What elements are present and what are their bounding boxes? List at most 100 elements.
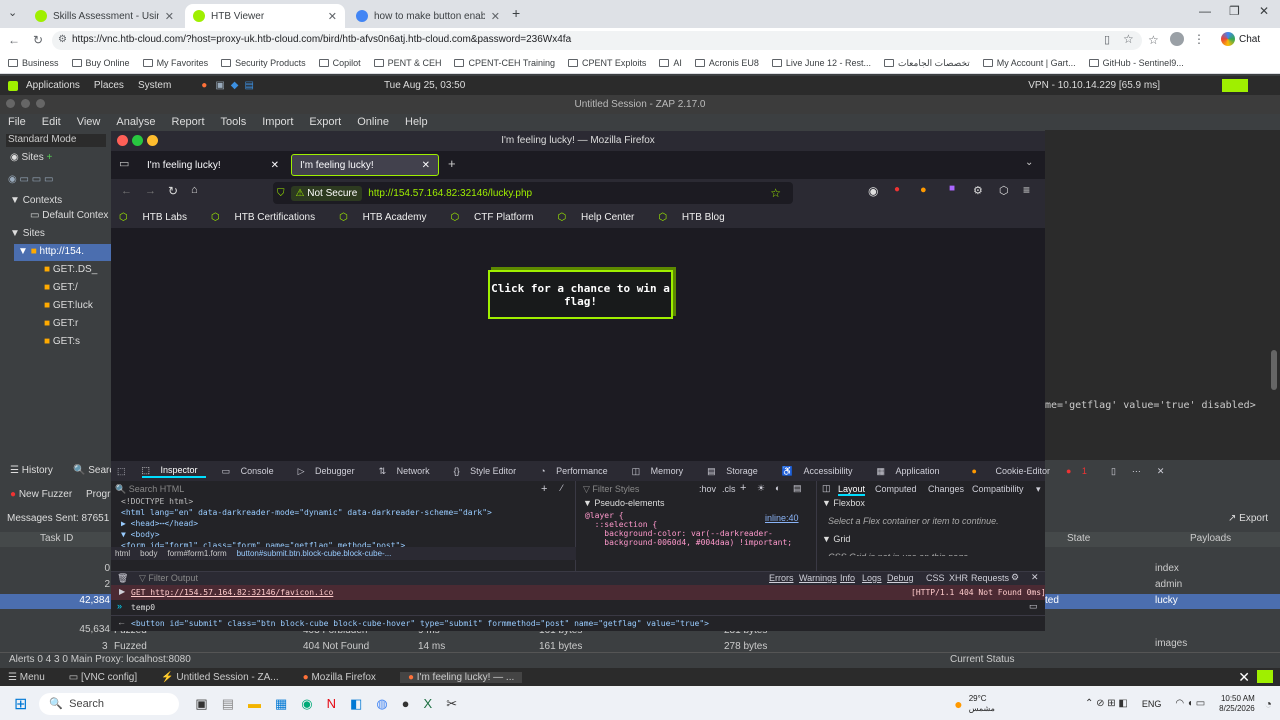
close-icon[interactable]: ✕ — [491, 10, 500, 23]
firefox-url-text[interactable]: http://154.57.164.82:32146/lucky.php — [368, 188, 532, 199]
filter-logs[interactable]: Logs — [862, 573, 882, 583]
zap-menu-import[interactable]: Import — [262, 116, 293, 128]
filter-styles-input[interactable]: ▽ Filter Styles — [583, 484, 639, 495]
outlook-icon[interactable]: ◧ — [350, 696, 362, 712]
close-icon[interactable]: ✕ — [1031, 572, 1039, 583]
chevron-down-icon[interactable]: ▾ — [1036, 484, 1041, 495]
tab-memory[interactable]: ◫ Memory — [632, 466, 692, 477]
network-icon[interactable]: ◠ ◖ ▭ — [1175, 698, 1205, 709]
url-text[interactable]: https://vnc.htb-cloud.com/?host=proxy-uk… — [72, 34, 571, 45]
tab-style-editor[interactable]: {} Style Editor — [454, 466, 525, 476]
close-icon[interactable]: ✕ — [328, 10, 337, 23]
tree-node[interactable]: ■ GET:luck — [44, 300, 93, 311]
tab-search-icon[interactable]: ⌄ — [8, 6, 17, 19]
zap-menu-view[interactable]: View — [77, 116, 101, 128]
css-rule[interactable]: @layer { ::selection { background-color:… — [585, 511, 792, 547]
new-fuzzer-button[interactable]: ● New Fuzzer — [10, 489, 72, 500]
class-toggle[interactable]: .cls — [722, 484, 736, 494]
filter-requests[interactable]: Requests — [971, 573, 1009, 583]
copilot-icon[interactable] — [1221, 32, 1235, 46]
chat-label[interactable]: Chat — [1239, 34, 1260, 45]
netflix-icon[interactable]: N — [327, 696, 336, 711]
tab-computed[interactable]: Computed — [875, 484, 917, 494]
taskbar-firefox[interactable]: ● Mozilla Firefox — [303, 672, 376, 683]
pseudo-elements-toggle[interactable]: ▼ Pseudo-elements — [583, 498, 664, 508]
extension-badge-icon[interactable]: ■ — [949, 183, 955, 194]
chrome-tab-1[interactable]: Skills Assessment - Using Web Pro ✕ — [27, 4, 182, 28]
console-error-row[interactable]: ▶ GET http://154.57.164.82:32146/favicon… — [111, 585, 1046, 600]
bookmark-star-icon[interactable]: ☆ — [770, 186, 781, 200]
not-secure-badge[interactable]: ⚠ Not Secure — [290, 185, 363, 201]
tree-sites[interactable]: ▼ Sites — [10, 228, 45, 239]
html-line[interactable]: ▶ <head>⋯</head> — [121, 519, 198, 528]
editor-mode-icon[interactable]: ▭ — [1029, 601, 1038, 612]
bookmark-htb-certifications[interactable]: ⬡ HTB Certifications — [211, 212, 327, 223]
clock[interactable]: 10:50 AM 8/25/2026 — [1219, 694, 1255, 714]
forward-icon[interactable]: → — [145, 185, 156, 197]
zap-menu-file[interactable]: File — [8, 116, 26, 128]
maximize-icon[interactable]: ❐ — [1229, 4, 1240, 18]
trash-icon[interactable]: 🗑 — [117, 573, 128, 584]
tab-performance[interactable]: ◔ Performance — [540, 466, 615, 476]
zap-menu-analyse[interactable]: Analyse — [116, 116, 155, 128]
tree-default-context[interactable]: ▭ Default Contex — [30, 210, 108, 221]
history-tab[interactable]: ☰ History — [10, 465, 53, 476]
request-url[interactable]: GET http://154.57.164.82:32146/favicon.i… — [131, 588, 333, 597]
task-view-icon[interactable]: ▣ — [195, 696, 207, 712]
bookmark-cpent-ceh-training[interactable]: CPENT-CEH Training — [454, 58, 555, 68]
filter-output-input[interactable]: ▽ Filter Output — [139, 573, 198, 584]
search-html-input[interactable]: 🔍 Search HTML — [115, 484, 555, 496]
bookmark-htb-academy[interactable]: ⬡ HTB Academy — [339, 212, 438, 223]
firefox-tab-1[interactable]: I'm feeling lucky! ✕ — [139, 154, 287, 176]
bookmark-security-products[interactable]: Security Products — [221, 58, 306, 68]
bookmark-business[interactable]: Business — [8, 58, 59, 68]
page-icon[interactable]: ▯ — [1104, 33, 1110, 46]
zap-menu-tools[interactable]: Tools — [221, 116, 247, 128]
edge-icon[interactable]: ◉ — [301, 696, 312, 712]
bookmark-help-center[interactable]: ⬡ Help Center — [557, 212, 646, 223]
breadcrumb-item[interactable]: form#form1.form — [167, 549, 226, 558]
sidebar-toggle-icon[interactable]: ◫ — [822, 483, 831, 494]
export-button[interactable]: ↗ Export — [1228, 513, 1268, 524]
maximize-icon[interactable] — [132, 135, 143, 146]
filter-xhr[interactable]: XHR — [949, 573, 968, 583]
firefox-tab-2[interactable]: I'm feeling lucky! ✕ — [291, 154, 439, 176]
bookmark-star-icon[interactable]: ☆ — [1123, 32, 1134, 46]
close-window-icon[interactable]: ✕ — [1259, 4, 1269, 18]
tray-icons[interactable]: ⌃ ⊘ ⊞ ◧ — [1085, 698, 1128, 709]
extensions-icon[interactable]: ⬡ — [999, 184, 1009, 197]
bookmark-copilot[interactable]: Copilot — [318, 58, 361, 68]
chevron-down-icon[interactable]: ⌄ — [1025, 157, 1033, 168]
search-input[interactable]: 🔍 Search — [39, 692, 180, 715]
tab-application[interactable]: ▦ Application — [876, 466, 947, 477]
account-icon[interactable]: ◉ — [868, 184, 878, 198]
back-icon[interactable]: ← — [8, 33, 20, 47]
breadcrumb-item[interactable]: button#submit.btn.block-cube.block-cube-… — [237, 549, 392, 558]
filter-errors[interactable]: Errors — [769, 573, 794, 583]
close-icon[interactable]: ✕ — [1238, 669, 1250, 686]
vscode-launcher-icon[interactable]: ◆ — [231, 80, 239, 91]
console-input-text[interactable]: temp0 — [131, 603, 155, 612]
tab-network[interactable]: ⇅ Network — [379, 466, 438, 477]
widgets-icon[interactable]: ▤ — [222, 696, 234, 712]
notification-icon[interactable]: ◔ — [1265, 697, 1272, 711]
flexbox-section[interactable]: ▼ Flexbox — [822, 498, 865, 508]
tab-list-icon[interactable]: ▭ — [119, 157, 129, 170]
bookmark-arabic[interactable]: تخصصات الجامعات — [883, 58, 970, 69]
chrome-tab-3[interactable]: how to make button enabled in h ✕ — [348, 4, 508, 28]
chrome-icon[interactable]: ◍ — [376, 696, 387, 712]
taskbar-zap[interactable]: ⚡ Untitled Session - ZA... — [161, 672, 279, 683]
clock[interactable]: Tue Aug 25, 03:50 — [384, 80, 465, 91]
mode-select[interactable]: Standard Mode — [6, 134, 106, 147]
store-icon[interactable]: ▦ — [275, 696, 287, 712]
add-node-icon[interactable]: + — [541, 483, 547, 495]
close-icon[interactable]: ✕ — [1157, 466, 1165, 477]
tree-node[interactable]: ■ GET:r — [44, 318, 78, 329]
console-output-text[interactable]: <button id="submit" class="btn block-cub… — [131, 619, 709, 628]
tree-contexts[interactable]: ▼ Contexts — [10, 195, 62, 206]
tree-site-node[interactable]: ▼ ■ http://154. — [14, 244, 112, 261]
pick-color-icon[interactable]: ⁄ — [561, 483, 563, 493]
error-count-badge[interactable]: ● 1 — [1066, 466, 1095, 476]
zap-menu-edit[interactable]: Edit — [42, 116, 61, 128]
minimize-icon[interactable]: — — [1199, 4, 1211, 18]
